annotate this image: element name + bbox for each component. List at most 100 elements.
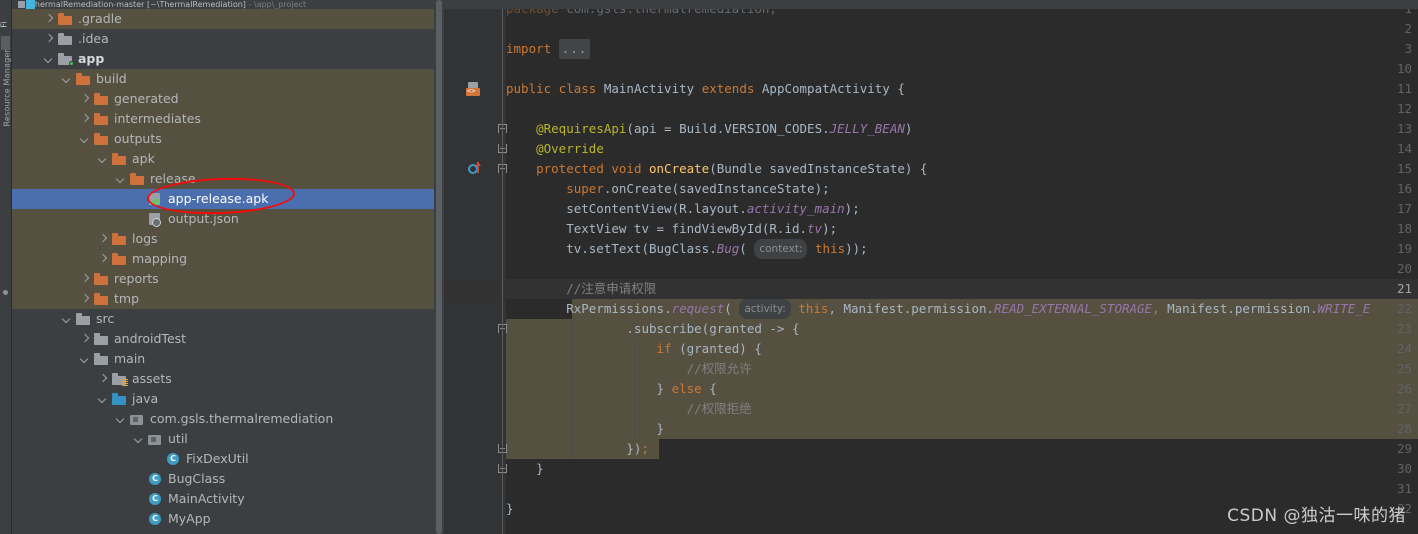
json-icon — [148, 212, 163, 227]
chevron-right-icon[interactable] — [80, 114, 90, 124]
tree-item-src[interactable]: src — [12, 309, 444, 329]
code-line[interactable]: } — [506, 459, 544, 479]
editor-gutter[interactable] — [444, 0, 506, 534]
code-editor[interactable]: 1231011121314151617181920212223242526272… — [444, 0, 1418, 534]
folder-orange-icon — [112, 232, 127, 246]
chevron-right-icon[interactable] — [44, 34, 54, 44]
tree-item-label: intermediates — [114, 111, 201, 126]
folder-orange-icon — [94, 272, 109, 286]
tree-item-tmp[interactable]: tmp — [12, 289, 444, 309]
chevron-down-icon[interactable] — [134, 434, 144, 444]
code-line[interactable]: } else { — [506, 379, 717, 399]
override-arrow-icon — [475, 162, 480, 173]
tree-item-apk[interactable]: apk — [12, 149, 444, 169]
chevron-right-icon[interactable] — [80, 334, 90, 344]
tree-item-myapp[interactable]: MyApp — [12, 509, 444, 529]
tree-item-bugclass[interactable]: BugClass — [12, 469, 444, 489]
tree-item-reports[interactable]: reports — [12, 269, 444, 289]
code-line[interactable]: } — [506, 419, 665, 439]
editor-code-area[interactable]: package com.gsls.thermalremediation;impo… — [506, 0, 1418, 534]
tree-scrollbar[interactable] — [434, 0, 444, 534]
tree-item-release[interactable]: release — [12, 169, 444, 189]
code-line[interactable]: //权限允许 — [506, 359, 752, 379]
code-line[interactable]: if (granted) { — [506, 339, 762, 359]
tree-item--idea[interactable]: .idea — [12, 29, 444, 49]
folder-grey-icon — [76, 312, 91, 326]
chevron-right-icon[interactable] — [80, 294, 90, 304]
left-tool-strip: Fi Resource Manager — [0, 0, 12, 534]
chevron-down-icon[interactable] — [80, 134, 90, 144]
tree-item-java[interactable]: java — [12, 389, 444, 409]
chevron-down-icon[interactable] — [80, 354, 90, 364]
package-icon — [148, 432, 163, 446]
code-line[interactable]: protected void onCreate(Bundle savedInst… — [506, 159, 927, 179]
code-line[interactable]: public class MainActivity extends AppCom… — [506, 79, 905, 99]
override-method-gutter-icon[interactable] — [468, 162, 482, 176]
tree-item-app-release-apk[interactable]: app-release.apk — [12, 189, 444, 209]
fold-rail — [502, 0, 503, 534]
chevron-right-icon[interactable] — [80, 274, 90, 284]
code-line[interactable]: @Override — [506, 139, 604, 159]
tree-item-label: outputs — [114, 131, 162, 146]
tree-item-androidtest[interactable]: androidTest — [12, 329, 444, 349]
tree-item-label: app — [78, 51, 105, 66]
ide-window: Fi Resource Manager ThermalRemediation-m… — [0, 0, 1418, 534]
chevron-right-icon[interactable] — [80, 94, 90, 104]
chevron-right-icon[interactable] — [44, 14, 54, 24]
code-line[interactable]: .subscribe(granted -> { — [506, 319, 799, 339]
tool-window-label-resource-manager[interactable]: Resource Manager — [3, 49, 12, 127]
tree-item-generated[interactable]: generated — [12, 89, 444, 109]
tree-item-output-json[interactable]: output.json — [12, 209, 444, 229]
code-line[interactable]: //权限拒绝 — [506, 399, 752, 419]
code-line[interactable]: TextView tv = findViewById(R.id.tv); — [506, 219, 837, 239]
editor-top-clipped-row — [444, 0, 1418, 9]
code-line[interactable]: super.onCreate(savedInstanceState); — [506, 179, 829, 199]
code-line[interactable]: //注意申请权限 — [506, 279, 656, 299]
project-tree-rows: .gradle .idea app build generated intermediat… — [12, 9, 444, 529]
tree-item-label: logs — [132, 231, 158, 246]
tree-item-fixdexutil[interactable]: FixDexUtil — [12, 449, 444, 469]
tree-item-label: assets — [132, 371, 172, 386]
folder-orange-icon — [94, 132, 109, 146]
tree-item-intermediates[interactable]: intermediates — [12, 109, 444, 129]
chevron-down-icon[interactable] — [62, 74, 72, 84]
chevron-down-icon[interactable] — [62, 314, 72, 324]
code-line[interactable]: import ... — [506, 39, 591, 59]
code-line[interactable]: @RequiresApi(api = Build.VERSION_CODES.J… — [506, 119, 912, 139]
tree-item--gradle[interactable]: .gradle — [12, 9, 444, 29]
code-line[interactable]: setContentView(R.layout.activity_main); — [506, 199, 860, 219]
chevron-right-icon[interactable] — [98, 234, 108, 244]
chevron-right-icon[interactable] — [98, 254, 108, 264]
chevron-down-icon[interactable] — [98, 154, 108, 164]
chevron-down-icon[interactable] — [44, 54, 54, 64]
tree-item-build[interactable]: build — [12, 69, 444, 89]
tree-item-mainactivity[interactable]: MainActivity — [12, 489, 444, 509]
tree-scrollbar-thumb[interactable] — [436, 0, 442, 534]
tree-item-assets[interactable]: assets — [12, 369, 444, 389]
code-line[interactable]: tv.setText(BugClass.Bug( context: this))… — [506, 239, 868, 259]
tree-item-mapping[interactable]: mapping — [12, 249, 444, 269]
tree-item-outputs[interactable]: outputs — [12, 129, 444, 149]
tree-item-util[interactable]: util — [12, 429, 444, 449]
chevron-right-icon[interactable] — [98, 374, 108, 384]
code-line[interactable]: RxPermissions.request( activity: this, M… — [506, 299, 1370, 319]
tree-item-main[interactable]: main — [12, 349, 444, 369]
tree-item-label: java — [132, 391, 159, 406]
run-class-gutter-icon[interactable] — [466, 82, 480, 96]
chevron-down-icon[interactable] — [116, 174, 126, 184]
chevron-down-icon[interactable] — [98, 394, 108, 404]
tree-item-app[interactable]: app — [12, 49, 444, 69]
code-line[interactable]: } — [506, 499, 514, 519]
inlay-hint-activity: activity: — [739, 299, 791, 319]
chevron-down-icon[interactable] — [116, 414, 126, 424]
tree-item-com-gsls-thermalremediation[interactable]: com.gsls.thermalremediation — [12, 409, 444, 429]
assets-overlay-icon — [122, 379, 128, 386]
folded-imports[interactable]: ... — [558, 39, 591, 59]
folder-orange-icon — [94, 92, 109, 106]
tree-item-label: release — [150, 171, 196, 186]
folder-orange-icon — [112, 252, 127, 266]
tree-item-logs[interactable]: logs — [12, 229, 444, 249]
code-line[interactable]: }); — [506, 439, 649, 459]
